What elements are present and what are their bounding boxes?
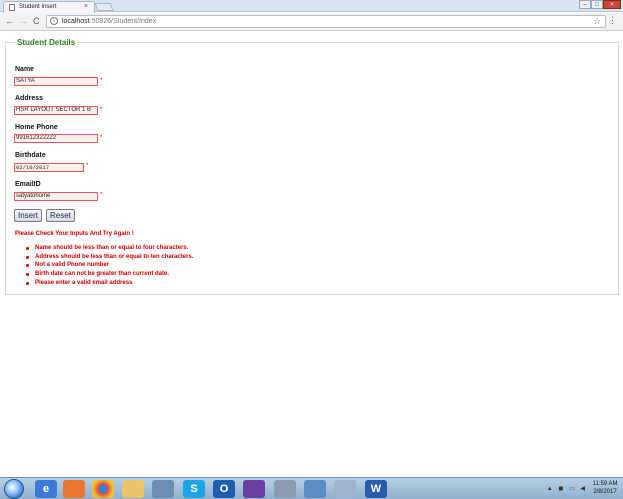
birthdate-label: Birthdate	[15, 152, 46, 159]
reload-icon[interactable]: C	[33, 16, 40, 26]
error-item: Address should be less than or equal to …	[26, 253, 193, 262]
birthdate-input[interactable]: 02/10/2017	[14, 163, 84, 172]
bullet-icon	[26, 281, 29, 285]
address-label: Address	[15, 95, 44, 102]
window-controls: – □ ×	[579, 0, 621, 10]
windows-taskbar: e S O W ▲ ◼ ▭ ◀ 11:59 AM 2/8/2017	[0, 477, 623, 499]
app-icon[interactable]	[152, 480, 174, 498]
reset-button[interactable]: Reset	[46, 209, 75, 222]
internet-explorer-icon[interactable]: e	[35, 480, 57, 498]
settings-icon[interactable]	[334, 480, 356, 498]
home-phone-label: Home Phone	[15, 124, 58, 131]
tab-strip: Student Insert × – □ ×	[0, 0, 623, 13]
word-icon[interactable]: W	[365, 480, 387, 498]
clock-date: 2/8/2017	[593, 489, 617, 495]
browser-window: Student Insert × – □ × ← → C i localhost…	[0, 0, 623, 499]
insert-button[interactable]: Insert	[14, 209, 43, 222]
system-tray-icons[interactable]: ▲ ◼ ▭ ◀	[547, 485, 587, 492]
skype-icon[interactable]: S	[183, 480, 205, 498]
email-required-mark: *	[100, 192, 103, 198]
site-info-icon[interactable]: i	[50, 17, 58, 25]
url-path: :50926/Student/Index	[89, 18, 157, 25]
error-text: Please enter a valid email address	[35, 279, 133, 286]
firefox-icon[interactable]	[63, 480, 85, 498]
name-input[interactable]: SATYA	[14, 77, 98, 86]
folder-icon[interactable]	[304, 480, 326, 498]
birthdate-required-mark: *	[86, 163, 89, 169]
url-text: localhost:50926/Student/Index	[62, 18, 156, 25]
address-required-mark: *	[100, 107, 103, 113]
tab-student-insert[interactable]: Student Insert ×	[3, 1, 95, 13]
address-bar[interactable]: i localhost:50926/Student/Index ☆	[46, 15, 606, 28]
error-item: Name should be less than or equal to fou…	[26, 244, 193, 253]
name-required-mark: *	[100, 78, 103, 84]
error-text: Birth date can not be greater than curre…	[35, 271, 170, 278]
tab-close-icon[interactable]: ×	[84, 3, 88, 10]
maximize-button[interactable]: □	[591, 0, 603, 9]
close-window-button[interactable]: ×	[603, 0, 621, 9]
browser-menu-icon[interactable]: ⋮	[608, 15, 617, 26]
email-label: EmailID	[15, 181, 41, 188]
tab-title: Student Insert	[19, 4, 57, 10]
validation-header: Please Check Your Inputs And Try Again !	[15, 231, 134, 237]
bullet-icon	[26, 255, 29, 259]
error-item: Birth date can not be greater than curre…	[26, 270, 193, 279]
visual-studio-icon[interactable]	[243, 480, 265, 498]
address-input[interactable]: HSR LAYOUT SECTOR 1 B	[14, 106, 98, 115]
home-phone-input[interactable]: 991612322222	[14, 134, 98, 143]
validation-error-list: Name should be less than or equal to fou…	[26, 244, 193, 287]
taskbar-clock[interactable]: 11:59 AM 2/8/2017	[590, 480, 620, 496]
error-item: Please enter a valid email address	[26, 279, 193, 288]
start-button[interactable]	[4, 479, 24, 499]
back-icon[interactable]: ←	[5, 16, 14, 26]
minimize-button[interactable]: –	[579, 0, 591, 9]
form-legend: Student Details	[17, 38, 76, 47]
error-item: Not a valid Phone number	[26, 261, 193, 270]
browser-toolbar: ← → C i localhost:50926/Student/Index ☆ …	[0, 13, 623, 31]
name-label: Name	[15, 66, 35, 73]
clock-time: 11:59 AM	[592, 481, 618, 487]
student-details-fieldset: Student Details Name SATYA * Address HSR…	[5, 38, 619, 295]
page-icon	[9, 4, 15, 11]
email-input[interactable]: satyatohome	[14, 192, 98, 201]
new-tab-button[interactable]	[94, 3, 114, 11]
error-text: Not a valid Phone number	[35, 262, 110, 269]
tools-icon[interactable]	[274, 480, 296, 498]
bookmark-star-icon[interactable]: ☆	[593, 16, 601, 27]
error-text: Name should be less than or equal to fou…	[35, 245, 189, 251]
bullet-icon	[26, 264, 29, 268]
bullet-icon	[26, 273, 29, 277]
home-phone-required-mark: *	[100, 135, 103, 141]
file-explorer-icon[interactable]	[122, 480, 144, 498]
chrome-icon[interactable]	[92, 480, 114, 498]
outlook-icon[interactable]: O	[213, 480, 235, 498]
url-host: localhost	[62, 18, 90, 25]
forward-icon[interactable]: →	[19, 16, 28, 26]
bullet-icon	[26, 247, 29, 250]
error-text: Address should be less than or equal to …	[35, 253, 194, 260]
